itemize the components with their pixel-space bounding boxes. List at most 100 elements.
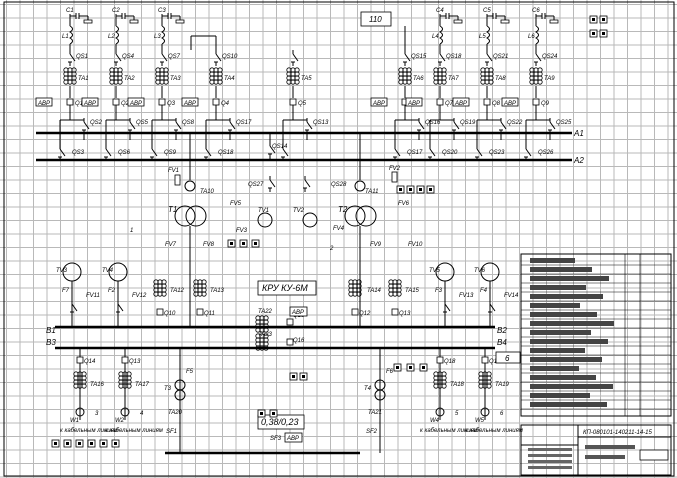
capacitor-ground (500, 19, 510, 24)
reactor-label: L3 (154, 34, 161, 40)
legend-entry-bar (530, 303, 580, 308)
outgoing-ct-label: TA17 (135, 382, 150, 388)
ta13-label: TA13 (210, 288, 225, 294)
side-fv-label: FV13 (459, 293, 474, 299)
feeder-8: C5L5QS21TA8АВР Q8QS22QS23 (452, 8, 523, 161)
capacitor-label: C2 (112, 8, 120, 14)
marker-1: 1 (130, 228, 133, 234)
wire (500, 121, 507, 130)
relay-top-4 (599, 29, 608, 38)
q12-label: Q12 (359, 311, 371, 317)
legend-entry-bar (530, 393, 590, 398)
wire (161, 53, 168, 62)
side-fv-label: FV14 (504, 293, 519, 299)
cable-marker: 4 (140, 411, 144, 417)
ct-label: TA2 (124, 76, 135, 82)
marker-2: 2 (329, 246, 334, 252)
relay-box-1 (239, 239, 248, 248)
legend-entry-bar (530, 357, 602, 362)
breaker-label: Q8 (492, 101, 501, 107)
relay-core (272, 412, 275, 415)
lv-label: 0,38/0,23 (261, 417, 299, 427)
avr-sectional-1: АВР (289, 306, 308, 317)
relay-top-2 (599, 15, 608, 24)
ta14-label: TA14 (367, 288, 382, 294)
tv-disconnector-2 (303, 176, 311, 192)
wire (439, 53, 446, 62)
cable-line-label: W2 (115, 418, 125, 424)
relay-core (602, 18, 605, 21)
wire (83, 121, 90, 130)
fv7-label: FV7 (165, 242, 177, 248)
surge-arrester-fv2 (391, 171, 398, 183)
breaker-q10 (156, 308, 164, 316)
bottom-relay-1 (406, 363, 415, 372)
wire (418, 121, 425, 130)
feeder-7: C4L4QS18TA7АВР Q7QS19QS20 (405, 8, 476, 161)
transformer-ct-ring (354, 180, 366, 192)
fv1-label: FV1 (168, 168, 179, 174)
avr-label: АВР (37, 101, 50, 107)
fv10-label: FV10 (408, 242, 423, 248)
bus-a2-disconnector (204, 145, 212, 161)
ct-label: TA8 (495, 76, 506, 82)
relay-core (114, 442, 117, 445)
relay-core (396, 366, 399, 369)
qs14-label: QS14 (272, 144, 288, 150)
voltage-transformer-tv2 (302, 212, 318, 228)
wire (117, 303, 124, 312)
fv5-label: FV5 (230, 201, 242, 207)
relay-core (409, 366, 412, 369)
breaker-q12 (351, 308, 359, 316)
feeder-9: C6 L6 QS24 TA9 АВР Q9 QS25 QS26 (501, 8, 572, 161)
bottom-relay-4 (299, 372, 308, 381)
bottom-relay-7 (51, 439, 60, 448)
outgoing-breaker (121, 356, 129, 364)
outgoing-breaker-label: Q18 (444, 359, 456, 365)
relay-box-6 (426, 185, 435, 194)
bus-a2-disconnector (104, 145, 112, 161)
wire (489, 303, 496, 312)
reactor-label: L6 (528, 34, 535, 40)
outgoing-breaker (481, 356, 489, 364)
feeder-current-transformer (63, 67, 77, 85)
legend-entry-bar (530, 366, 579, 371)
wire (69, 53, 76, 62)
ct-ta22 (255, 315, 269, 333)
disconnector-label: QS5 (136, 120, 149, 126)
ct-ta15 (388, 279, 402, 297)
wire (429, 148, 436, 157)
wire (71, 303, 78, 312)
avr-label: АВР (291, 310, 304, 316)
avr-label: АВР (407, 101, 420, 107)
legend-entry-bar (530, 330, 591, 335)
legend-entry-bar (530, 294, 603, 299)
feeder-current-transformer (433, 67, 447, 85)
t2-label: T2 (338, 205, 348, 214)
legend-entry-bar (530, 402, 607, 407)
relay-core (399, 188, 402, 191)
wire (394, 148, 401, 157)
wire (105, 148, 112, 157)
bus-b3-label: B3 (46, 338, 56, 347)
disconnector-label: QS20 (442, 150, 458, 156)
ct-label: TA5 (301, 76, 312, 82)
ct-label: TA4 (224, 76, 235, 82)
fv6-label: FV6 (398, 201, 410, 207)
cable-marker: 6 (500, 411, 504, 417)
relay-box-4 (406, 185, 415, 194)
side-disconnector (70, 300, 78, 316)
breaker-label: Q9 (541, 101, 550, 107)
bus-a2-disconnector (524, 145, 532, 161)
disconnector-label: QS4 (122, 54, 135, 60)
side-fuse-label: F7 (62, 288, 70, 294)
legend-entry-bar (530, 348, 585, 353)
cable-line-label: W5 (475, 418, 485, 424)
aux-switch-label: SF2 (366, 429, 378, 435)
relay-box-3 (396, 185, 405, 194)
cable-marker: 3 (95, 411, 99, 417)
aux-transformer-label: T3 (164, 386, 172, 392)
fv2-label: FV2 (389, 166, 401, 172)
capacitor-label: C4 (436, 8, 444, 14)
feeder-3: C3 L3 QS7 TA3 АВР Q3 QS8 QS9 (127, 8, 195, 161)
